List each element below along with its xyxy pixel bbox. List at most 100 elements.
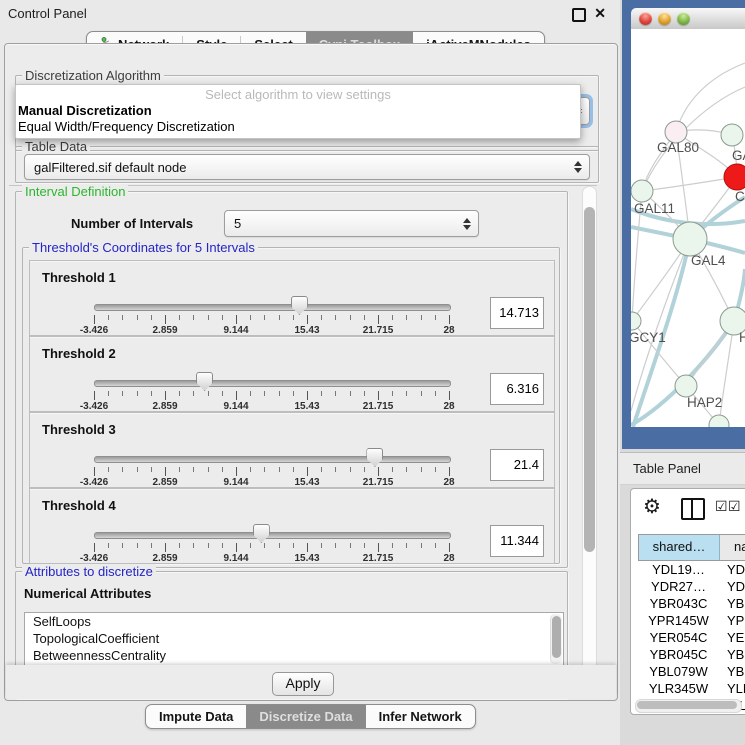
minimize-traffic-light[interactable] [658,12,671,25]
main-vertical-scrollbar[interactable] [582,186,597,698]
popup-option-equal-width[interactable]: Equal Width/Frequency Discretization [16,119,580,135]
cell-name[interactable]: YPR1 [719,612,745,629]
tick-mark [122,467,123,472]
threshold-value-box[interactable]: 11.344 [490,525,544,557]
column-header-name[interactable]: na [720,535,745,560]
table-scrollbar-thumb[interactable] [637,701,737,709]
cell-name[interactable]: YBR0 [719,646,745,663]
attribute-list-item[interactable]: BetweennessCentrality [25,647,563,664]
threshold-slider[interactable]: -3.4262.8599.14415.4321.71528 [94,261,449,335]
tab-impute-data[interactable]: Impute Data [146,705,246,728]
cell-shared-name[interactable]: YDR27… [638,578,719,595]
tick-mark [435,467,436,472]
cell-shared-name[interactable]: YBR043C [638,595,719,612]
tick-mark [392,543,393,548]
threshold-slider[interactable]: -3.4262.8599.14415.4321.71528 [94,489,449,563]
slider-handle[interactable] [196,372,213,391]
cell-name[interactable]: YBR0 [719,595,745,612]
float-window-icon[interactable] [572,8,586,22]
slider-track[interactable] [94,532,451,539]
cell-shared-name[interactable]: YLR345W [638,680,719,697]
cell-shared-name[interactable]: YBR045C [638,646,719,663]
network-canvas[interactable]: GAL80GACGAL11GAL4GCY1HHAP2 [631,29,745,427]
tick-mark [94,543,95,552]
network-node-gal11[interactable] [631,180,653,202]
table-horizontal-scrollbar[interactable] [635,699,742,713]
table-row[interactable]: YBL079WYBL0 [638,663,745,680]
network-node-gal4[interactable] [673,222,707,256]
tick-mark [94,315,95,324]
gear-icon[interactable]: ⚙ [643,494,661,519]
attribute-list-item[interactable]: SelfLoops [25,613,563,630]
cyni-toolbox-panel: Discretization Algorithm Select algorith… [4,43,618,701]
checkbox-icon[interactable]: ☑ [715,498,728,515]
tick-mark [179,467,180,472]
slider-handle[interactable] [366,448,383,467]
close-icon[interactable]: ✕ [594,5,606,22]
cell-shared-name[interactable]: YPR145W [638,612,719,629]
split-columns-icon[interactable] [681,498,705,520]
table-row[interactable]: YDL19…YDL1 [638,561,745,578]
table-row[interactable]: YLR345WYLR3 [638,680,745,697]
table-data-combobox[interactable]: galFiltered.sif default node [24,154,590,180]
list-scrollbar[interactable] [550,614,562,664]
tick-mark [350,543,351,548]
column-header-shared-name[interactable]: shared… [639,535,720,560]
network-node-gcy1[interactable] [631,312,641,330]
tick-mark [364,467,365,472]
attribute-list-item[interactable]: TopologicalCoefficient [25,630,563,647]
tick-mark [108,467,109,472]
network-window-titlebar[interactable] [631,8,745,30]
network-node-ga[interactable] [721,124,743,146]
tick-mark [392,315,393,320]
cell-name[interactable]: YDR2 [719,578,745,595]
panel-title: Control Panel [8,6,87,21]
cell-name[interactable]: YBL0 [719,663,745,680]
tick-mark [279,391,280,396]
apply-button[interactable]: Apply [272,672,334,696]
tick-label: 9.144 [223,325,248,336]
tick-label: 28 [443,477,454,488]
threshold-value-box[interactable]: 6.316 [490,373,544,405]
slider-handle[interactable] [291,296,308,315]
tick-label: 2.859 [152,477,177,488]
cell-shared-name[interactable]: YBL079W [638,663,719,680]
threshold-slider[interactable]: -3.4262.8599.14415.4321.71528 [94,337,449,411]
table-row[interactable]: YBR045CYBR0 [638,646,745,663]
threshold-value-box[interactable]: 21.4 [490,449,544,481]
network-node-hap2[interactable] [675,375,697,397]
cell-shared-name[interactable]: YDL19… [638,561,719,578]
threshold-slider[interactable]: -3.4262.8599.14415.4321.71528 [94,413,449,487]
numerical-attributes-label: Numerical Attributes [24,586,151,601]
table-row[interactable]: YPR145WYPR1 [638,612,745,629]
cell-name[interactable]: YDL1 [719,561,745,578]
slider-track[interactable] [94,380,451,387]
slider-track[interactable] [94,456,451,463]
network-node-c[interactable] [724,164,745,190]
close-traffic-light[interactable] [639,12,652,25]
tick-mark [364,315,365,320]
tick-mark [151,315,152,320]
popup-option-manual-discretization[interactable]: Manual Discretization [16,103,580,119]
tab-discretize-data[interactable]: Discretize Data [246,705,365,728]
table-row[interactable]: YDR27…YDR2 [638,578,745,595]
tab-infer-network[interactable]: Infer Network [366,705,475,728]
tick-mark [392,391,393,396]
threshold-value-box[interactable]: 14.713 [490,297,544,329]
table-row[interactable]: YER054CYER0 [638,629,745,646]
thresholds-group-title: Threshold's Coordinates for 5 Intervals [29,240,258,255]
list-scrollbar-thumb[interactable] [552,616,561,658]
cell-name[interactable]: YLR3 [719,680,745,697]
number-of-intervals-combobox[interactable]: 5 [224,210,479,237]
numerical-attributes-list[interactable]: SelfLoopsTopologicalCoefficientBetweenne… [24,612,564,666]
slider-track[interactable] [94,304,451,311]
main-scrollbar-thumb[interactable] [584,207,595,552]
tick-mark [449,467,450,476]
table-row[interactable]: YBR043CYBR0 [638,595,745,612]
zoom-traffic-light[interactable] [677,12,690,25]
cell-name[interactable]: YER0 [719,629,745,646]
slider-handle[interactable] [253,524,270,543]
cell-shared-name[interactable]: YER054C [638,629,719,646]
checkbox-icon[interactable]: ☑ [728,498,741,515]
tick-mark [307,467,308,476]
